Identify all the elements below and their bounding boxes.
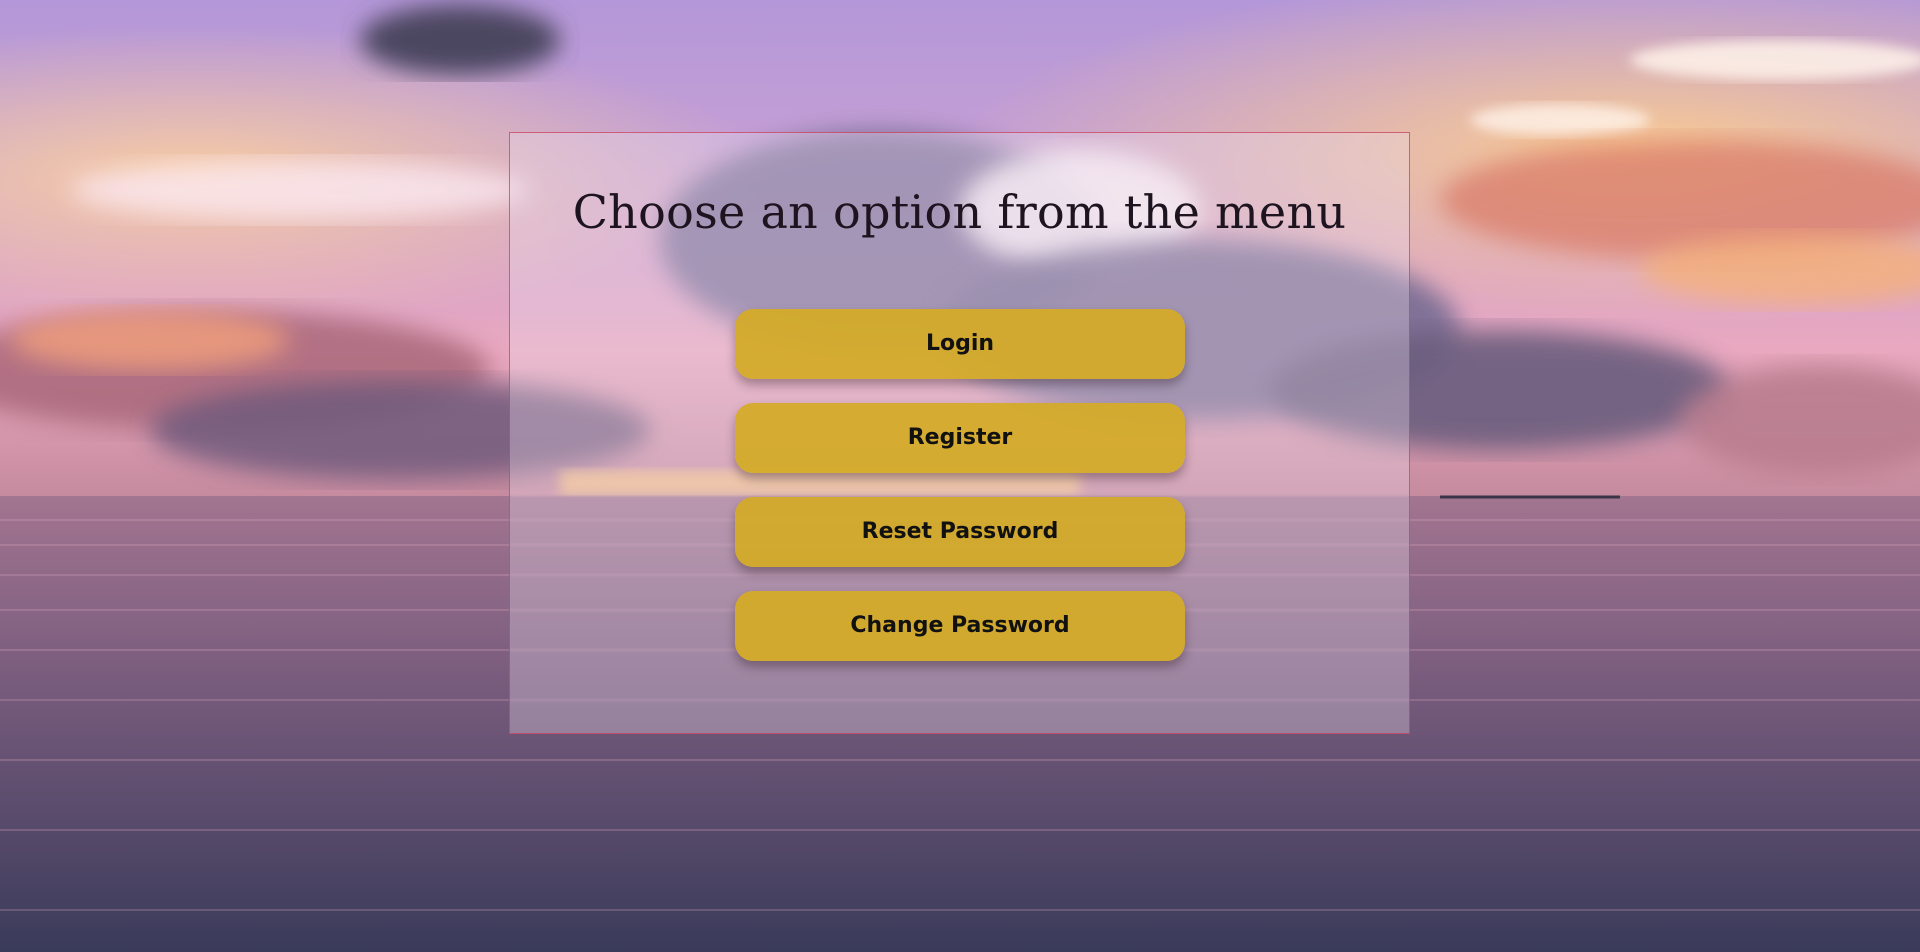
reset-password-button[interactable]: Reset Password [735, 497, 1185, 567]
menu-panel: Choose an option from the menu Login Reg… [509, 132, 1410, 734]
register-button[interactable]: Register [735, 403, 1185, 473]
change-password-button[interactable]: Change Password [735, 591, 1185, 661]
menu-button-list: Login Register Reset Password Change Pas… [735, 309, 1185, 685]
login-button[interactable]: Login [735, 309, 1185, 379]
menu-title: Choose an option from the menu [572, 185, 1347, 239]
